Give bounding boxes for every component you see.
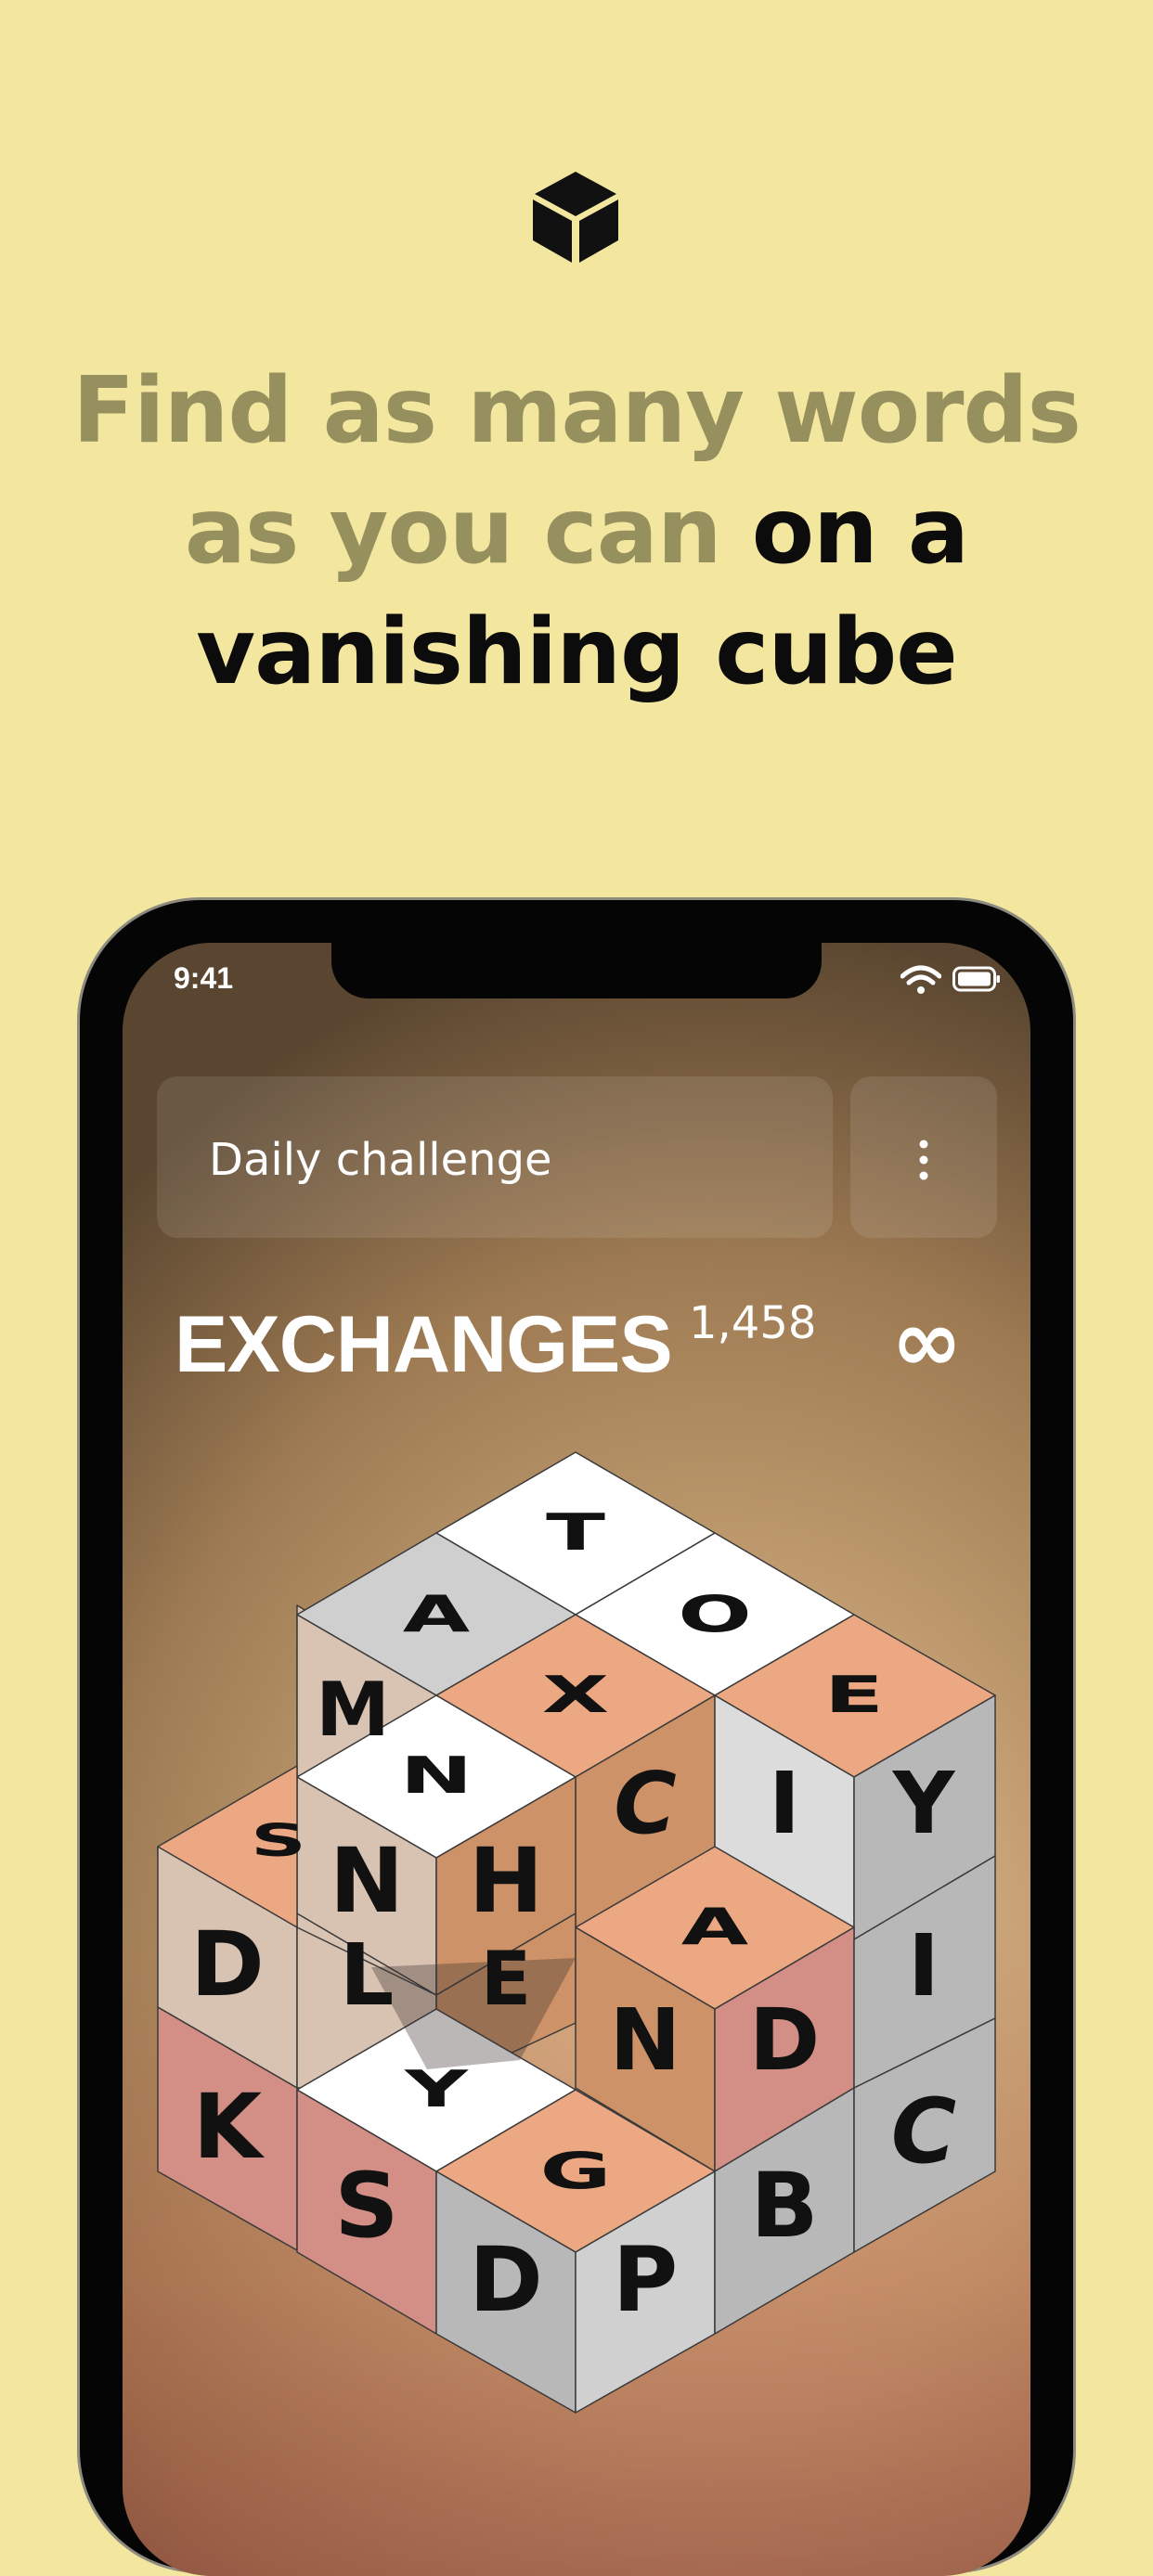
- daily-challenge-button[interactable]: Daily challenge: [157, 1076, 833, 1238]
- battery-icon: [952, 966, 1000, 992]
- game-number: 1,458: [689, 1297, 817, 1349]
- game-title: EXCHANGES: [175, 1300, 673, 1389]
- headline-line1: Find as many words: [72, 358, 1082, 464]
- more-menu-button[interactable]: [850, 1076, 997, 1238]
- phone-notch: [331, 943, 822, 998]
- more-vertical-icon: [919, 1140, 928, 1180]
- headline-line3: vanishing cube: [196, 599, 958, 705]
- headline-line2-muted: as you can: [184, 479, 722, 585]
- daily-challenge-label: Daily challenge: [209, 1134, 552, 1186]
- status-time: 9:41: [174, 961, 234, 995]
- wifi-icon: [900, 965, 941, 994]
- headline-line2-strong: on a: [751, 479, 969, 585]
- headline: Find as many words as you can on a vanis…: [0, 351, 1153, 713]
- cube-logo-icon: [533, 172, 618, 263]
- moves-indicator: ∞: [891, 1292, 963, 1391]
